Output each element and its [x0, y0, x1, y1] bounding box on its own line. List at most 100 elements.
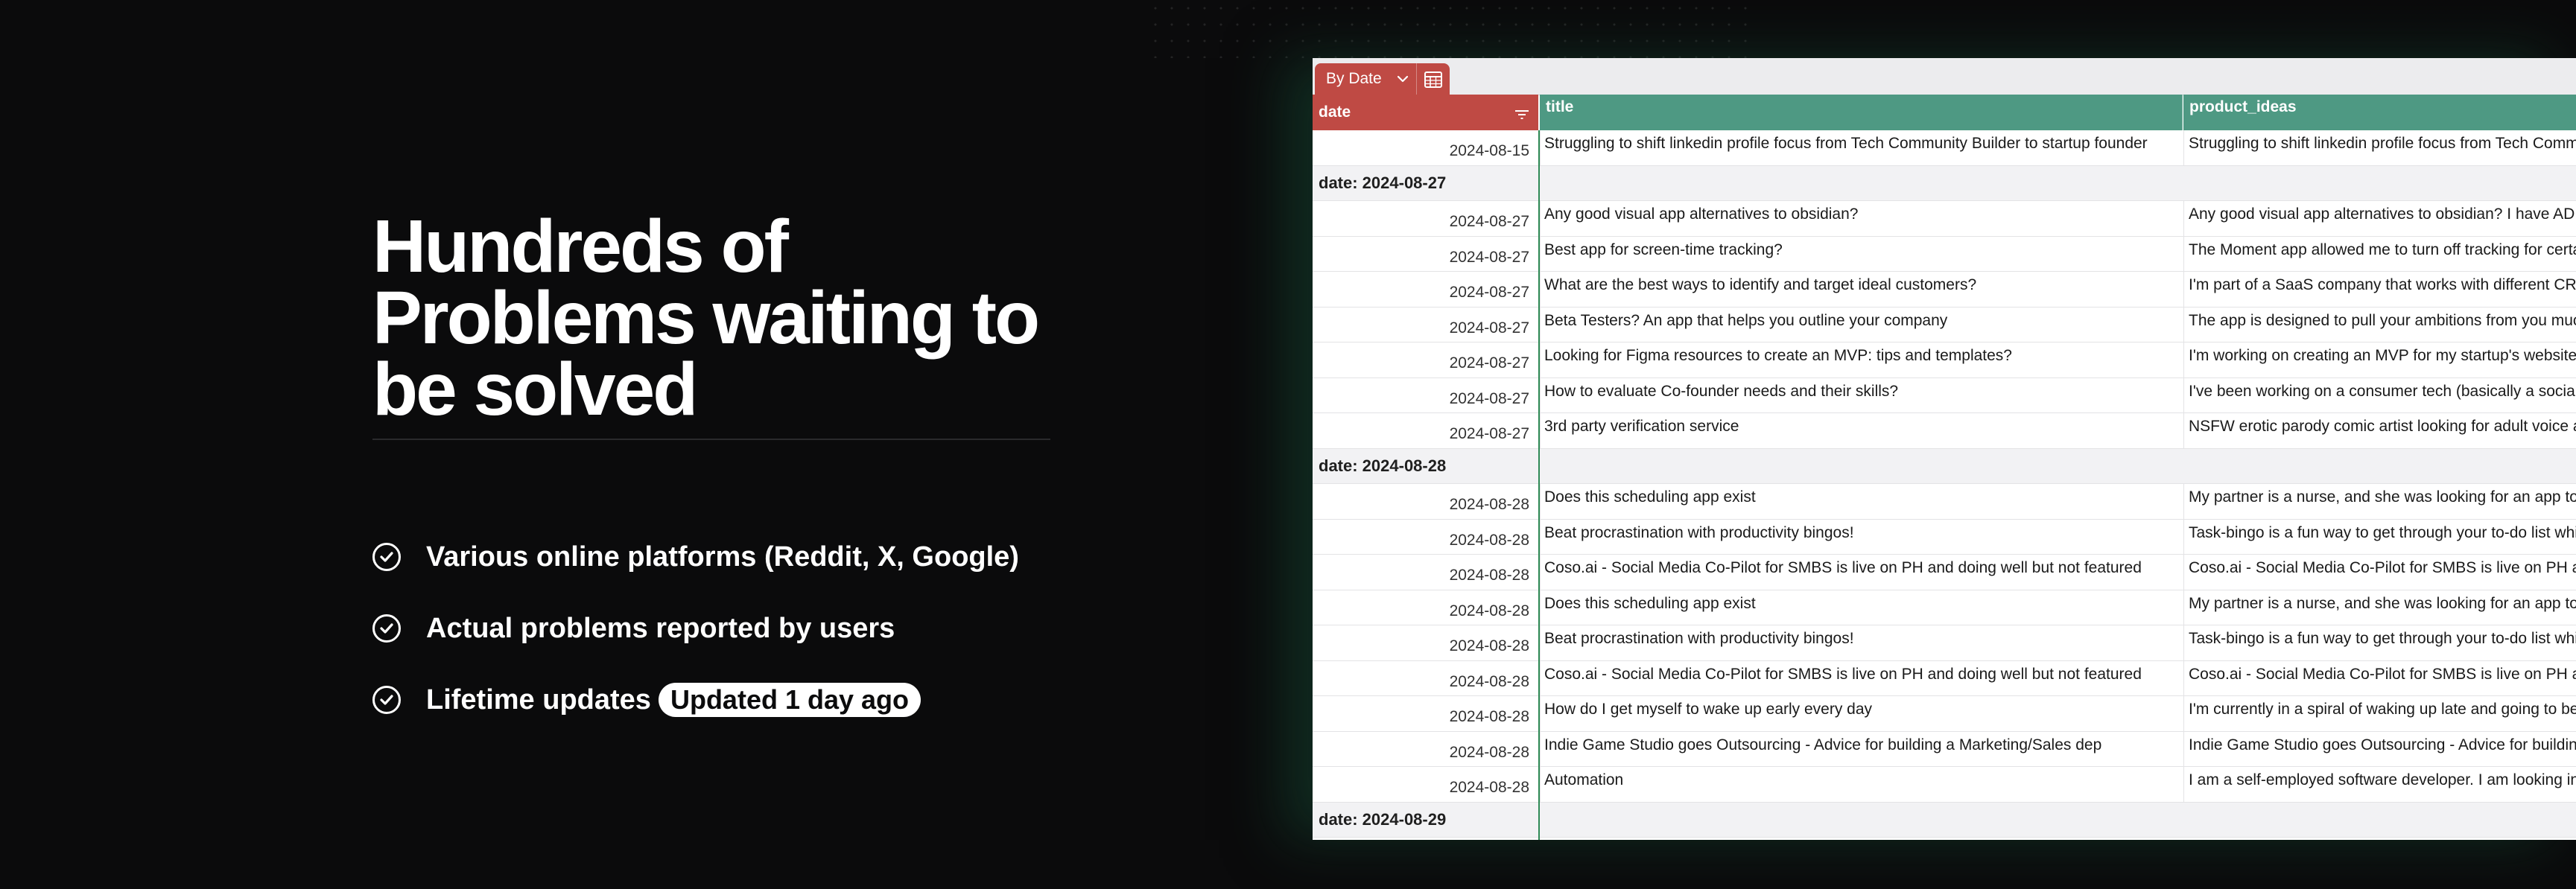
product-ideas-cell[interactable]: The Moment app allowed me to turn off tr… — [2183, 236, 2576, 271]
product-ideas-cell[interactable]: I'm currently in a spiral of waking up l… — [2183, 696, 2576, 731]
check-circle-icon — [372, 686, 401, 714]
check-circle-icon — [372, 614, 401, 643]
title-cell[interactable]: Looking for Figma resources to create an… — [1540, 342, 2183, 377]
table-row[interactable]: 2024-08-27 Best app for screen-time track… — [1313, 236, 2576, 272]
table-row[interactable]: 2024-08-27 Beta Testers? An app that help… — [1313, 307, 2576, 342]
product-ideas-cell[interactable]: My partner is a nurse, and she was looki… — [2183, 484, 2576, 519]
date-cell[interactable]: 2024-08-28 — [1313, 520, 1538, 555]
product-ideas-cell[interactable]: Coso.ai - Social Media Co-Pilot for SMBS… — [2183, 555, 2576, 590]
product-ideas-cell[interactable]: My partner is a nurse, and she was looki… — [2183, 590, 2576, 625]
date-cell[interactable]: 2024-08-28 — [1313, 625, 1538, 660]
group-header-row[interactable]: date: 2024-08-29 — [1313, 802, 2576, 838]
title-cell[interactable]: Beat procrastination with productivity b… — [1540, 625, 2183, 660]
table-row[interactable]: 2024-08-28 How do I get myself to wake up… — [1313, 696, 2576, 732]
product-ideas-cell[interactable]: NSFW erotic parody comic artist looking … — [2183, 413, 2576, 448]
date-cell[interactable]: 2024-08-28 — [1313, 661, 1538, 696]
date-cell[interactable]: 2024-08-15 — [1313, 130, 1538, 165]
title-cell[interactable]: Any good visual app alternatives to obsi… — [1540, 201, 2183, 236]
table-row[interactable]: 2024-08-28 Beat procrastination with prod… — [1313, 625, 2576, 661]
date-cell[interactable]: 2024-08-28 — [1313, 732, 1538, 767]
product-ideas-cell[interactable]: I'm working on creating an MVP for my st… — [2183, 342, 2576, 377]
product-ideas-cell[interactable]: Coso.ai - Social Media Co-Pilot for SMBS… — [2183, 660, 2576, 695]
title-cell[interactable]: What are the best ways to identify and t… — [1540, 272, 2183, 307]
product-ideas-cell[interactable]: Any good visual app alternatives to obsi… — [2183, 201, 2576, 236]
title-cell[interactable]: Does this scheduling app exist — [1540, 590, 2183, 625]
filter-icon[interactable] — [1514, 106, 1529, 124]
hero-title-line: be solved — [372, 348, 698, 431]
date-cell[interactable]: 2024-08-28 — [1313, 767, 1538, 802]
view-tab-bar: By Date — [1313, 58, 2576, 95]
column-selection-line — [1538, 130, 1540, 840]
date-cell[interactable]: 2024-08-28 — [1313, 484, 1538, 519]
table-row[interactable]: 2024-08-28 Beat procrastination with prod… — [1313, 519, 2576, 555]
chevron-down-icon[interactable] — [1397, 75, 1409, 83]
title-cell[interactable]: How do I get myself to wake up early eve… — [1540, 696, 2183, 731]
product-ideas-cell[interactable]: I am a self-employed software developer.… — [2183, 767, 2576, 802]
product-ideas-cell[interactable]: Indie Game Studio goes Outsourcing - Adv… — [2183, 731, 2576, 766]
product-ideas-cell[interactable]: Struggling to shift linkedin profile foc… — [2183, 130, 2576, 165]
column-header-product-ideas[interactable]: product_ideas — [2183, 95, 2576, 130]
group-label: date: 2024-08-27 — [1319, 173, 1447, 192]
title-cell[interactable]: Coso.ai - Social Media Co-Pilot for SMBS… — [1540, 555, 2183, 590]
table-row[interactable]: 2024-08-28 Indie Game Studio goes Outsour… — [1313, 731, 2576, 767]
table-row[interactable]: 2024-08-27 How to evaluate Co-founder nee… — [1313, 377, 2576, 413]
hero-title: Hundreds of Problems waiting to be solve… — [372, 209, 1043, 427]
title-cell[interactable]: Automation — [1540, 767, 2183, 802]
date-cell[interactable]: 2024-08-27 — [1313, 272, 1538, 307]
date-cell[interactable]: 2024-08-28 — [1313, 555, 1538, 590]
group-header-row[interactable]: date: 2024-08-28 — [1313, 448, 2576, 484]
date-cell[interactable]: 2024-08-28 — [1313, 696, 1538, 731]
product-ideas-cell[interactable]: Task-bingo is a fun way to get through y… — [2183, 519, 2576, 554]
table-row[interactable]: 2024-08-28 Coso.ai - Social Media Co-Pilo… — [1313, 555, 2576, 590]
table-row[interactable]: 2024-08-27 Looking for Figma resources to… — [1313, 342, 2576, 378]
table-row[interactable]: 2024-08-15 Struggling to shift linkedin p… — [1313, 130, 2576, 166]
column-header-title[interactable]: title — [1540, 95, 2183, 130]
product-ideas-cell[interactable]: The app is designed to pull your ambitio… — [2183, 307, 2576, 342]
table-row[interactable]: 2024-08-27 3rd party verification service… — [1313, 413, 2576, 449]
dot-pattern — [1147, 0, 1758, 58]
group-label: date: 2024-08-29 — [1319, 809, 1447, 829]
tab-divider — [1416, 63, 1417, 95]
title-cell[interactable]: How to evaluate Co-founder needs and the… — [1540, 377, 2183, 412]
title-cell[interactable]: Coso.ai - Social Media Co-Pilot for SMBS… — [1540, 660, 2183, 695]
column-header-date[interactable]: date — [1313, 95, 1538, 130]
column-header-row: date title product_ideas — [1313, 95, 2576, 130]
group-label: date: 2024-08-28 — [1319, 456, 1447, 475]
date-cell[interactable]: 2024-08-27 — [1313, 413, 1538, 448]
feature-list: Various online platforms (Reddit, X, Goo… — [372, 535, 1019, 749]
feature-label: Actual problems reported by users — [426, 612, 895, 644]
table-body: 2024-08-15 Struggling to shift linkedin p… — [1313, 130, 2576, 838]
date-cell[interactable]: 2024-08-28 — [1313, 590, 1538, 625]
title-cell[interactable]: Struggling to shift linkedin profile foc… — [1540, 130, 2183, 165]
product-ideas-cell[interactable]: Task-bingo is a fun way to get through y… — [2183, 625, 2576, 660]
title-cell[interactable]: Beta Testers? An app that helps you outl… — [1540, 307, 2183, 342]
date-cell[interactable]: 2024-08-27 — [1313, 201, 1538, 236]
table-row[interactable]: 2024-08-27 What are the best ways to iden… — [1313, 272, 2576, 308]
table-row[interactable]: 2024-08-28 Does this scheduling app exist… — [1313, 590, 2576, 625]
date-cell[interactable]: 2024-08-27 — [1313, 342, 1538, 377]
product-ideas-cell[interactable]: I've been working on a consumer tech (ba… — [2183, 377, 2576, 412]
title-cell[interactable]: Does this scheduling app exist — [1540, 484, 2183, 519]
grid-view-icon[interactable] — [1424, 71, 1443, 93]
feature-item: Lifetime updates Updated 1 day ago — [372, 678, 1019, 722]
column-header-label: date — [1319, 103, 1351, 121]
feature-item: Various online platforms (Reddit, X, Goo… — [372, 535, 1019, 579]
table-row[interactable]: 2024-08-27 Any good visual app alternativ… — [1313, 201, 2576, 237]
title-cell[interactable]: Indie Game Studio goes Outsourcing - Adv… — [1540, 731, 2183, 766]
group-header-row[interactable]: date: 2024-08-27 — [1313, 165, 2576, 201]
title-cell[interactable]: 3rd party verification service — [1540, 413, 2183, 448]
table-row[interactable]: 2024-08-28 Does this scheduling app exist… — [1313, 484, 2576, 520]
date-cell[interactable]: 2024-08-27 — [1313, 237, 1538, 272]
view-tab-by-date[interactable]: By Date — [1315, 63, 1450, 95]
feature-label: Lifetime updates — [426, 684, 651, 716]
date-cell[interactable]: 2024-08-27 — [1313, 308, 1538, 342]
title-cell[interactable]: Best app for screen-time tracking? — [1540, 236, 2183, 271]
title-cell[interactable]: Beat procrastination with productivity b… — [1540, 519, 2183, 554]
table-row[interactable]: 2024-08-28 Automation I am a self-employed… — [1313, 767, 2576, 803]
view-tab-label: By Date — [1326, 70, 1382, 87]
feature-label: Various online platforms (Reddit, X, Goo… — [426, 541, 1019, 573]
date-cell[interactable]: 2024-08-27 — [1313, 378, 1538, 413]
check-circle-icon — [372, 543, 401, 571]
table-row[interactable]: 2024-08-28 Coso.ai - Social Media Co-Pilo… — [1313, 660, 2576, 696]
product-ideas-cell[interactable]: I'm part of a SaaS company that works wi… — [2183, 272, 2576, 307]
